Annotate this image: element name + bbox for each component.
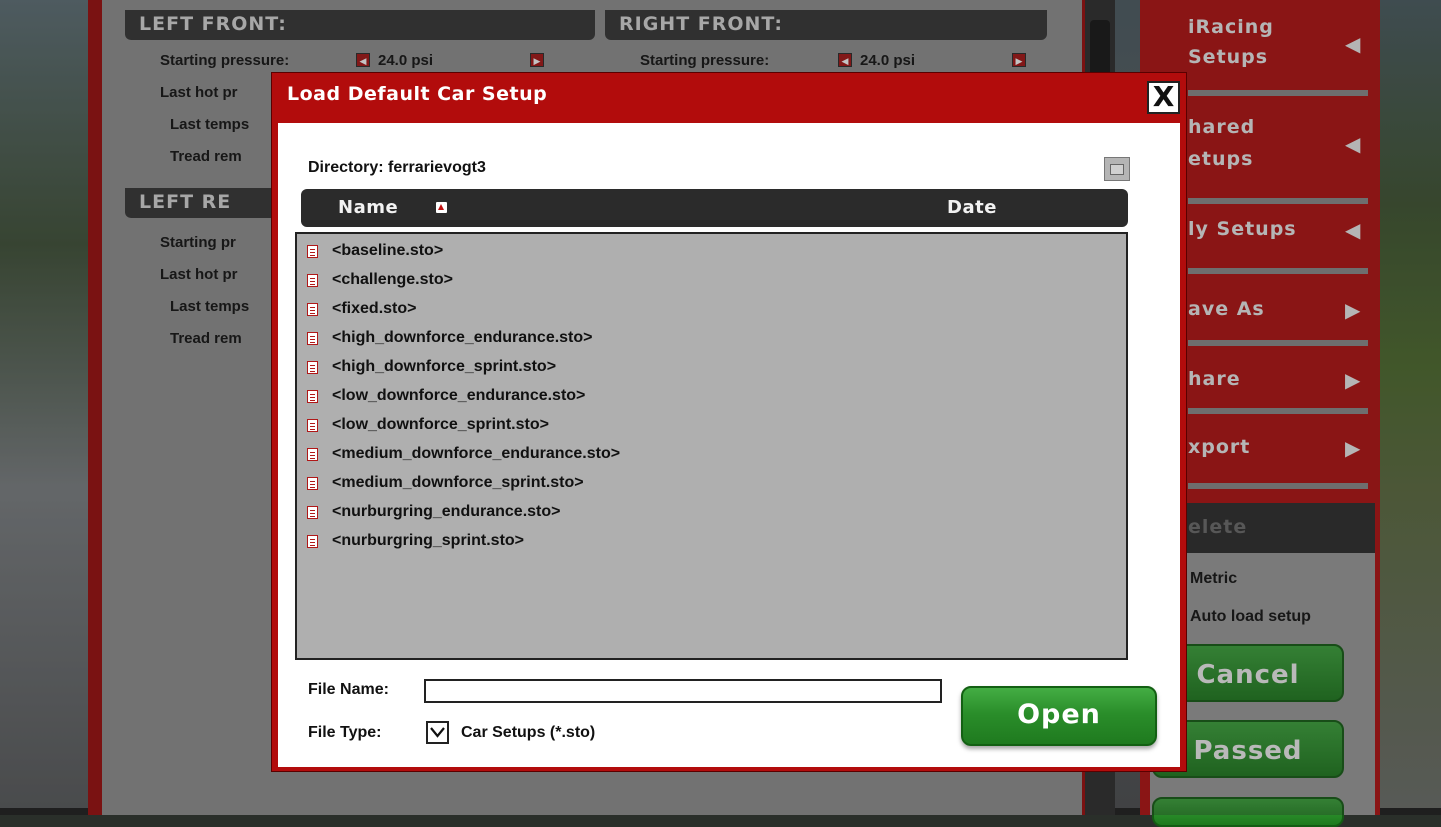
column-header-name[interactable]: Name [338,197,398,218]
list-item[interactable]: <fixed.sto> [307,296,416,322]
file-icon [307,447,318,461]
file-icon [307,360,318,374]
file-icon [307,302,318,316]
chevron-down-icon [430,727,445,738]
file-icon [307,418,318,432]
file-list[interactable]: <baseline.sto> <challenge.sto> <fixed.st… [295,232,1128,660]
file-type-label: File Type: [308,724,382,741]
file-icon [307,389,318,403]
file-icon [307,331,318,345]
file-name-field[interactable] [424,679,942,703]
load-setup-dialog: Load Default Car Setup X Directory: ferr… [271,72,1187,772]
directory-label: Directory: [308,159,384,176]
open-button[interactable]: Open [961,686,1157,746]
file-icon [307,476,318,490]
dialog-body: Directory: ferrarievogt3 Name Date <base… [278,123,1180,767]
list-item[interactable]: <medium_downforce_sprint.sto> [307,470,584,496]
list-item[interactable]: <low_downforce_sprint.sto> [307,412,549,438]
sort-ascending-icon[interactable] [436,202,447,213]
file-name-label: File Name: [308,681,389,698]
list-item[interactable]: <high_downforce_sprint.sto> [307,354,556,380]
file-icon [307,505,318,519]
file-icon [307,534,318,548]
dialog-title: Load Default Car Setup [287,83,548,105]
file-name: <low_downforce_sprint.sto> [332,416,549,433]
list-item[interactable]: <low_downforce_endurance.sto> [307,383,585,409]
list-item[interactable]: <baseline.sto> [307,238,443,264]
file-name: <baseline.sto> [332,242,444,259]
file-name: <nurburgring_sprint.sto> [332,532,525,549]
list-item[interactable]: <medium_downforce_endurance.sto> [307,441,620,467]
list-item[interactable]: <nurburgring_sprint.sto> [307,528,524,554]
file-name: <high_downforce_endurance.sto> [332,329,593,346]
close-icon: X [1152,80,1175,113]
list-item[interactable]: <nurburgring_endurance.sto> [307,499,560,525]
list-item[interactable]: <high_downforce_endurance.sto> [307,325,593,351]
file-name: <low_downforce_endurance.sto> [332,387,586,404]
file-type-value: Car Setups (*.sto) [461,724,596,741]
file-type-dropdown[interactable] [426,721,449,744]
column-header-date[interactable]: Date [947,197,997,218]
directory-path: Directory: ferrarievogt3 [308,159,486,177]
file-name: <challenge.sto> [332,271,453,288]
close-button[interactable]: X [1147,81,1180,114]
list-item[interactable]: <challenge.sto> [307,267,453,293]
file-list-header: Name Date [301,189,1128,227]
file-name: <high_downforce_sprint.sto> [332,358,557,375]
file-name: <medium_downforce_sprint.sto> [332,474,584,491]
directory-value: ferrarievogt3 [388,159,486,176]
file-name: <nurburgring_endurance.sto> [332,503,561,520]
folder-up-button[interactable] [1104,157,1130,181]
file-name: <medium_downforce_endurance.sto> [332,445,621,462]
file-icon [307,244,318,258]
folder-up-icon [1110,164,1124,175]
file-name: <fixed.sto> [332,300,417,317]
file-icon [307,273,318,287]
